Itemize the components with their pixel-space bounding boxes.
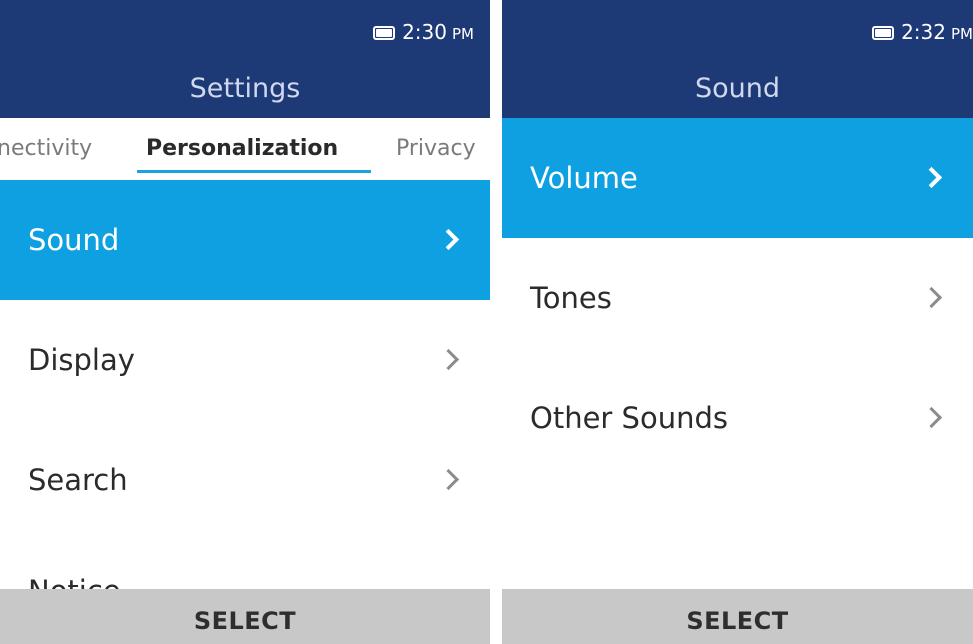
chevron-right-icon <box>437 468 460 491</box>
status-time: 2:32 PM <box>901 20 973 44</box>
menu-item-label: Search <box>28 463 128 497</box>
status-time: 2:30 PM <box>402 20 474 44</box>
settings-screen: 2:30 PM Settings nectivity Personalizatio… <box>0 0 490 644</box>
tab-privacy[interactable]: Privacy <box>396 135 476 163</box>
status-bar: 2:32 PM <box>502 0 973 60</box>
menu-item-label: Volume <box>530 161 638 195</box>
sound-screen: 2:32 PM Sound Volume Tones Other Sounds S… <box>502 0 973 644</box>
chevron-right-icon <box>920 286 943 309</box>
menu-item-label: Tones <box>530 281 612 315</box>
status-bar: 2:30 PM <box>0 0 490 60</box>
active-tab-indicator <box>137 170 371 173</box>
select-softkey[interactable]: SELECT <box>0 589 490 644</box>
tab-personalization[interactable]: Personalization <box>146 135 338 163</box>
page-title: Sound <box>502 60 973 118</box>
menu-item-label: Sound <box>28 223 120 257</box>
menu-item-search[interactable]: Search <box>0 420 490 540</box>
status-indicators: 2:32 PM <box>872 22 973 44</box>
menu-item-other-sounds[interactable]: Other Sounds <box>502 358 973 478</box>
chevron-right-icon <box>437 228 460 251</box>
menu-item-label: Display <box>28 343 135 377</box>
chevron-right-icon <box>920 406 943 429</box>
page-title: Settings <box>0 60 490 118</box>
status-indicators: 2:30 PM <box>373 22 474 44</box>
chevron-right-icon <box>920 166 943 189</box>
chevron-right-icon <box>437 348 460 371</box>
menu-item-label: Other Sounds <box>530 401 728 435</box>
battery-icon <box>373 26 396 40</box>
menu-item-tones[interactable]: Tones <box>502 238 973 358</box>
battery-icon <box>872 26 895 40</box>
tab-connectivity[interactable]: nectivity <box>0 135 92 163</box>
select-softkey[interactable]: SELECT <box>502 589 973 644</box>
menu-item-volume[interactable]: Volume <box>502 118 973 238</box>
menu-item-sound[interactable]: Sound <box>0 180 490 300</box>
menu-item-display[interactable]: Display <box>0 300 490 420</box>
